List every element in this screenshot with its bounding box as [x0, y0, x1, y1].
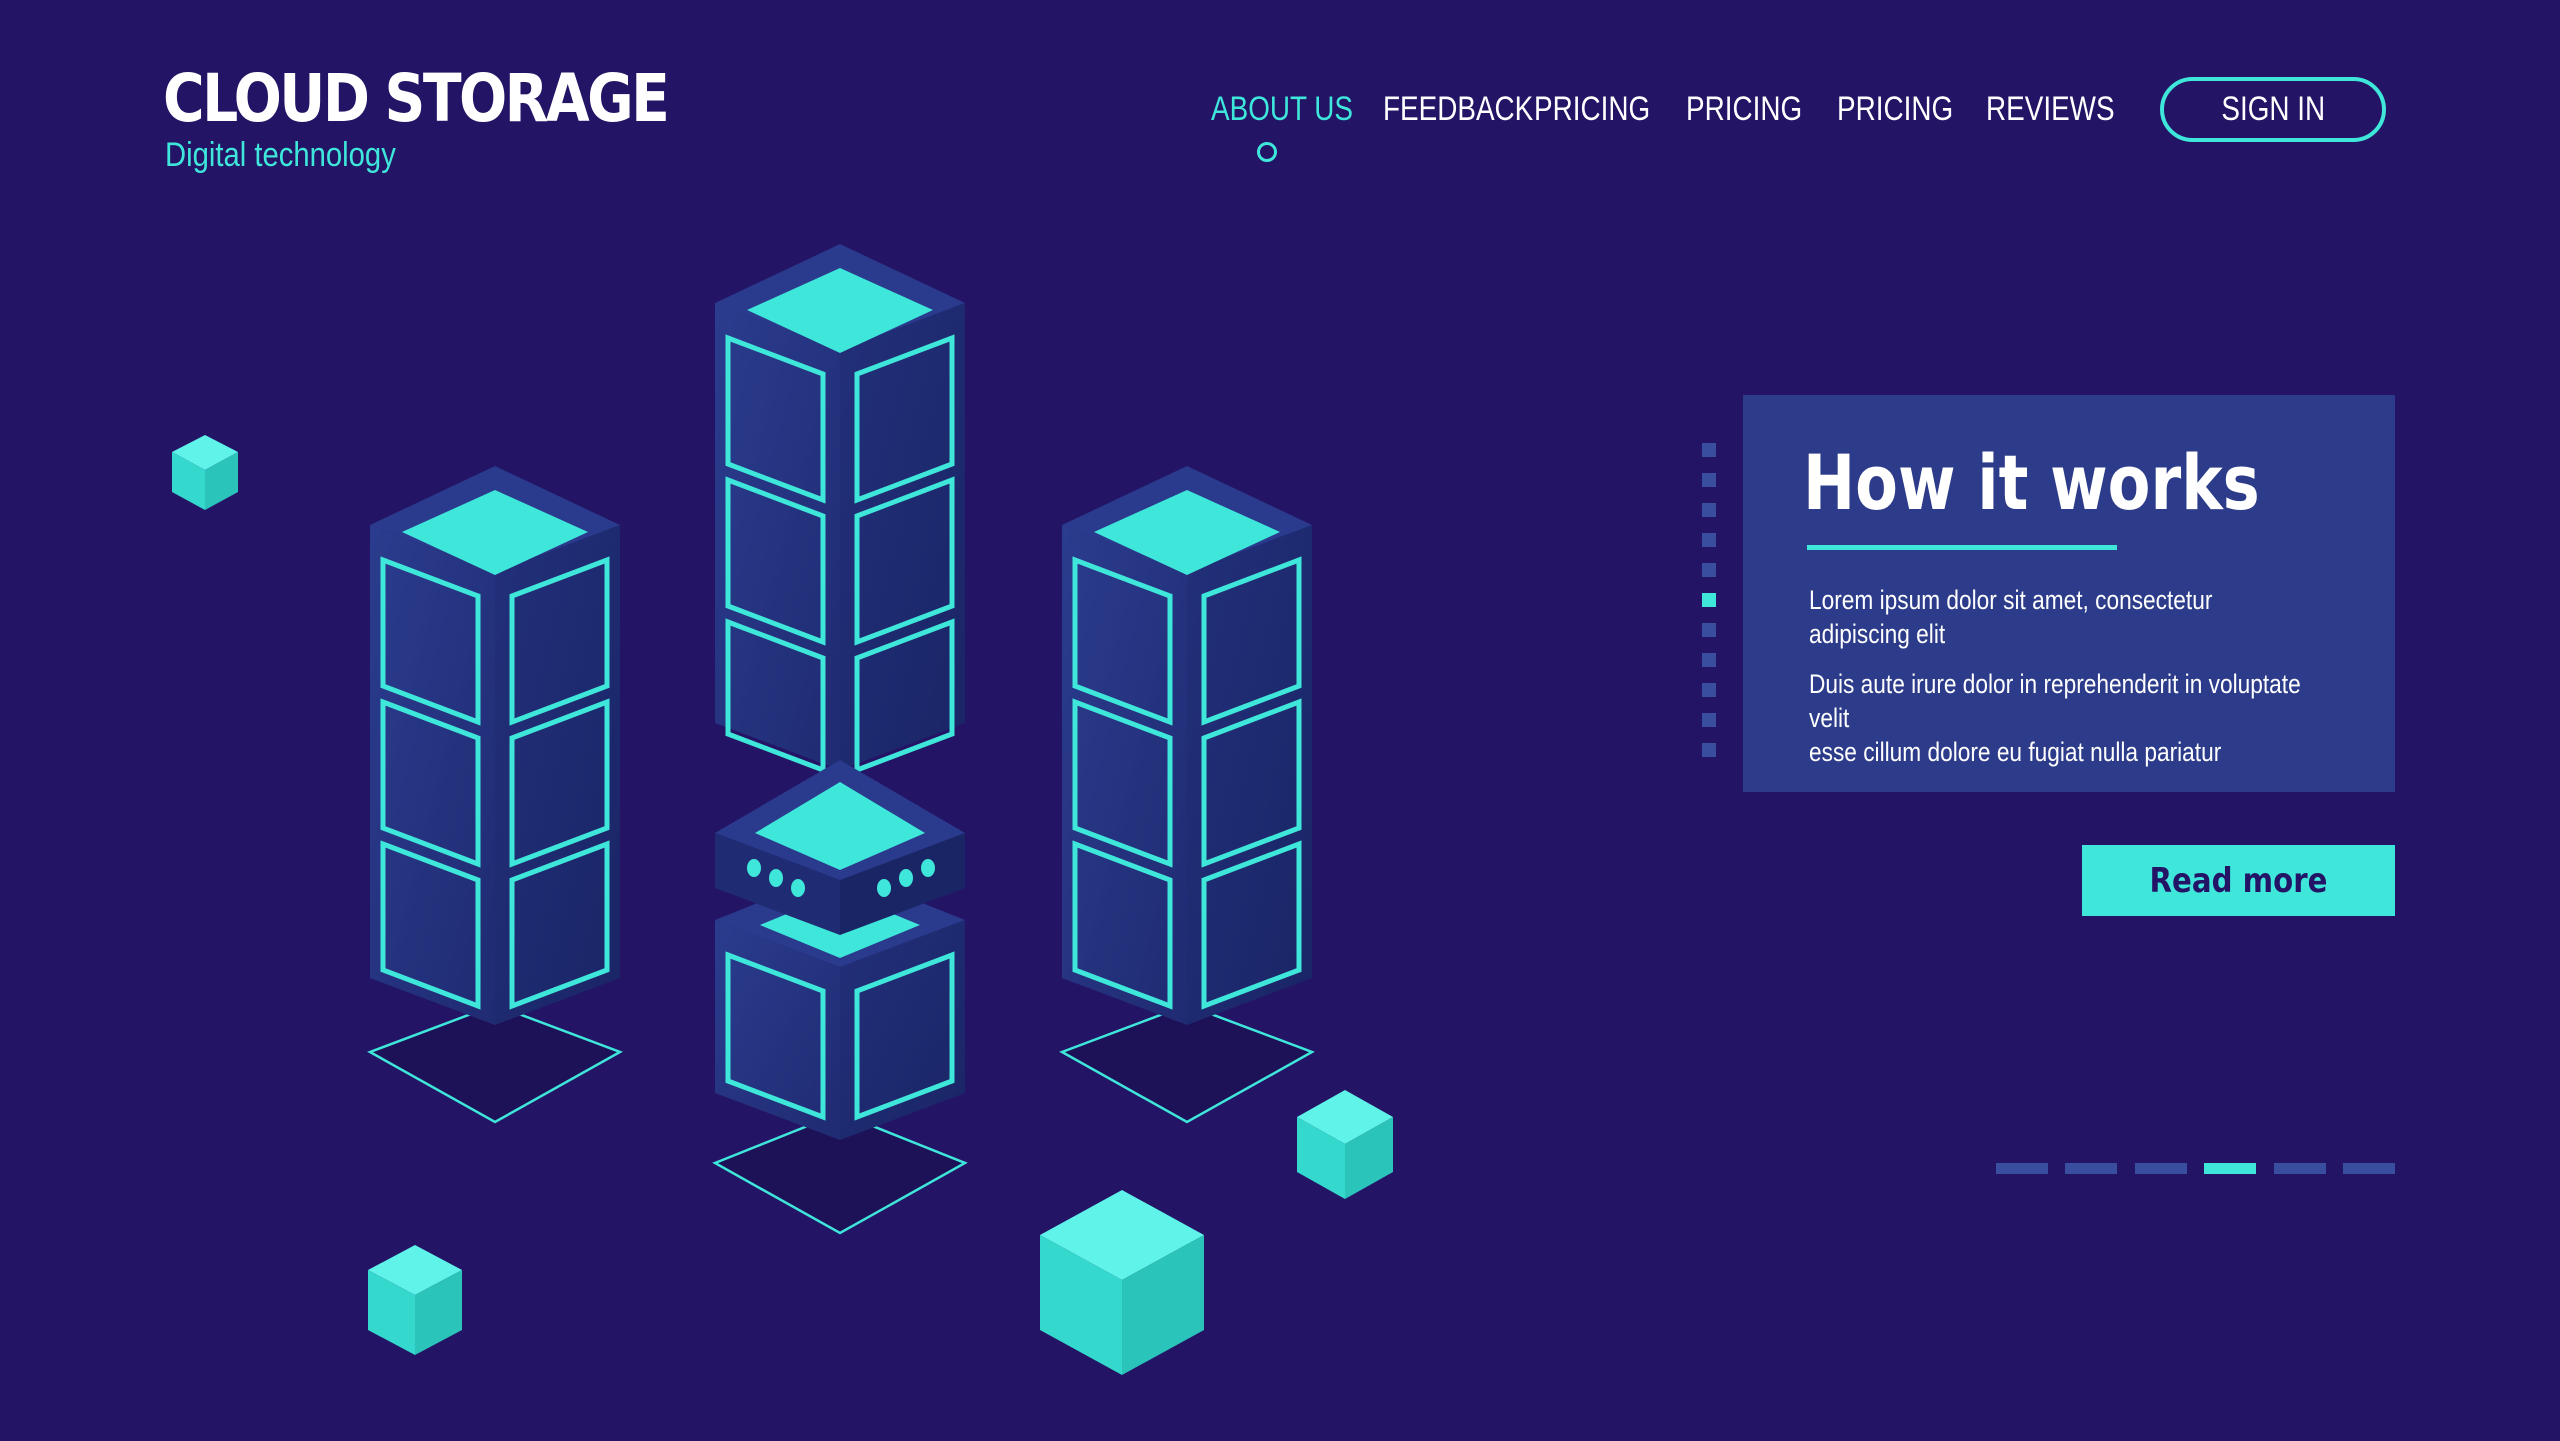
step-dot: [1702, 743, 1716, 757]
nav-item-pricing-1[interactable]: PRICING: [1534, 92, 1650, 126]
step-dot: [1702, 653, 1716, 667]
step-dot: [1702, 563, 1716, 577]
sign-in-label: SIGN IN: [2221, 90, 2325, 128]
slider-dot[interactable]: [1996, 1163, 2048, 1174]
nav-item-pricing-2[interactable]: PRICING: [1686, 92, 1802, 126]
step-dot: [1702, 503, 1716, 517]
nav-item-pricing-3[interactable]: PRICING: [1837, 92, 1953, 126]
step-dot: [1702, 473, 1716, 487]
landing-page: CLOUD STORAGE Digital technology ABOUT U…: [0, 0, 2560, 1441]
card-title-underline: [1807, 545, 2117, 550]
step-dot: [1702, 443, 1716, 457]
cube-medium-right: [1297, 1090, 1393, 1199]
step-dot: [1702, 623, 1716, 637]
step-dot: [1702, 533, 1716, 547]
read-more-button[interactable]: Read more: [2082, 845, 2395, 916]
read-more-label: Read more: [2149, 860, 2328, 901]
cube-small-bottom-left: [368, 1245, 462, 1355]
card-title: How it works: [1803, 438, 2260, 527]
slider-dot[interactable]: [2343, 1163, 2395, 1174]
cube-large-bottom: [1040, 1190, 1204, 1375]
sign-in-button[interactable]: SIGN IN: [2160, 77, 2386, 142]
step-dot: [1702, 713, 1716, 727]
cube-small-top-left: [172, 435, 238, 510]
slider-dot[interactable]: [2274, 1163, 2326, 1174]
nav-item-reviews[interactable]: REVIEWS: [1986, 92, 2115, 126]
card-paragraph-1: Lorem ipsum dolor sit amet, consectetur …: [1809, 585, 2213, 649]
tower-left: [370, 466, 620, 1025]
slider-dot[interactable]: [2065, 1163, 2117, 1174]
info-card: How it works Lorem ipsum dolor sit amet,…: [1743, 395, 2395, 792]
tower-right: [1062, 466, 1312, 1025]
slider-dot-active[interactable]: [2204, 1163, 2256, 1174]
step-dot-active: [1702, 593, 1716, 607]
card-paragraph-2: Duis aute irure dolor in reprehenderit i…: [1809, 669, 2301, 767]
slider-dot[interactable]: [2135, 1163, 2187, 1174]
step-dot: [1702, 683, 1716, 697]
server-illustration: [172, 244, 1393, 1375]
tower-center-top: [715, 244, 965, 774]
